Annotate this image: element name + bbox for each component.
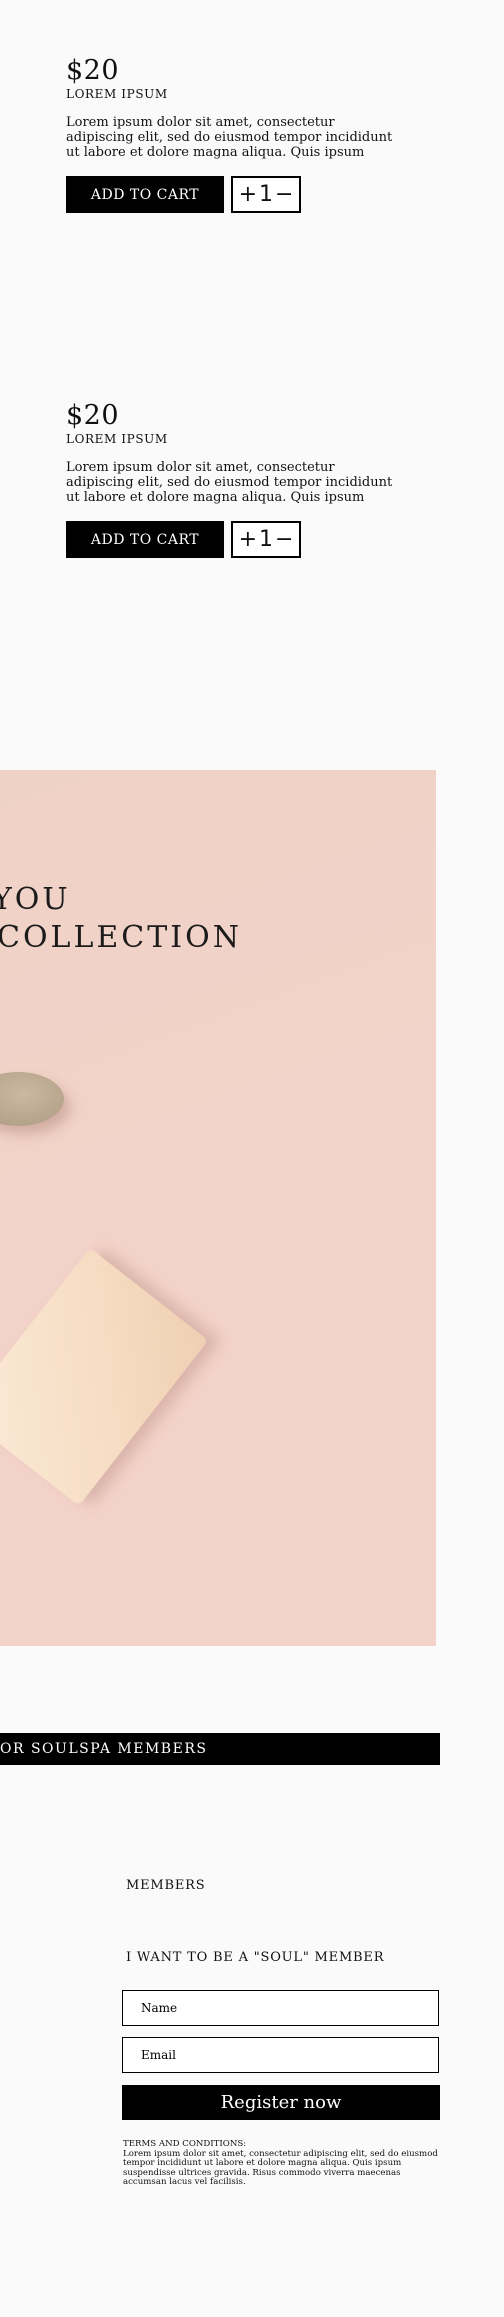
add-to-cart-button[interactable]: ADD TO CART — [66, 521, 224, 558]
quantity-stepper: + 1 − — [231, 176, 301, 213]
email-field[interactable] — [122, 2037, 439, 2073]
members-banner-text: OR SOULSPA MEMBERS — [0, 1741, 208, 1757]
product-name: LOREM IPSUM — [66, 87, 168, 101]
add-to-cart-button[interactable]: ADD TO CART — [66, 176, 224, 213]
signup-title: I WANT TO BE A "SOUL" MEMBER — [126, 1950, 385, 1965]
decrement-button[interactable]: − — [274, 527, 294, 552]
quantity-value: 1 — [259, 527, 273, 552]
terms-text: Lorem ipsum dolor sit amet, consectetur … — [123, 2148, 438, 2187]
members-banner: OR SOULSPA MEMBERS — [0, 1733, 440, 1765]
decrement-button[interactable]: − — [274, 182, 294, 207]
product-name: LOREM IPSUM — [66, 432, 168, 446]
increment-button[interactable]: + — [238, 182, 258, 207]
terms-and-conditions: TERMS AND CONDITIONS: Lorem ipsum dolor … — [123, 2139, 441, 2188]
name-field[interactable] — [122, 1990, 439, 2026]
product-price: $20 — [66, 400, 120, 431]
collection-hero-image: YOU COLLECTION — [0, 770, 436, 1646]
product-price: $20 — [66, 55, 120, 86]
quantity-value: 1 — [259, 182, 273, 207]
hero-heading-line1: YOU — [0, 882, 71, 917]
product-actions: ADD TO CART + 1 − — [66, 521, 406, 558]
members-section-label: MEMBERS — [126, 1878, 206, 1893]
hero-heading-line2: COLLECTION — [0, 920, 242, 955]
quantity-stepper: + 1 − — [231, 521, 301, 558]
register-button[interactable]: Register now — [122, 2085, 440, 2120]
increment-button[interactable]: + — [238, 527, 258, 552]
product-actions: ADD TO CART + 1 − — [66, 176, 406, 213]
product-card: $20 LOREM IPSUM Lorem ipsum dolor sit am… — [66, 55, 406, 213]
cream-tube-decoration — [0, 1248, 209, 1506]
stone-decoration — [0, 1072, 64, 1126]
product-description: Lorem ipsum dolor sit amet, consectetur … — [66, 460, 393, 505]
product-card: $20 LOREM IPSUM Lorem ipsum dolor sit am… — [66, 400, 406, 558]
product-description: Lorem ipsum dolor sit amet, consectetur … — [66, 115, 393, 160]
